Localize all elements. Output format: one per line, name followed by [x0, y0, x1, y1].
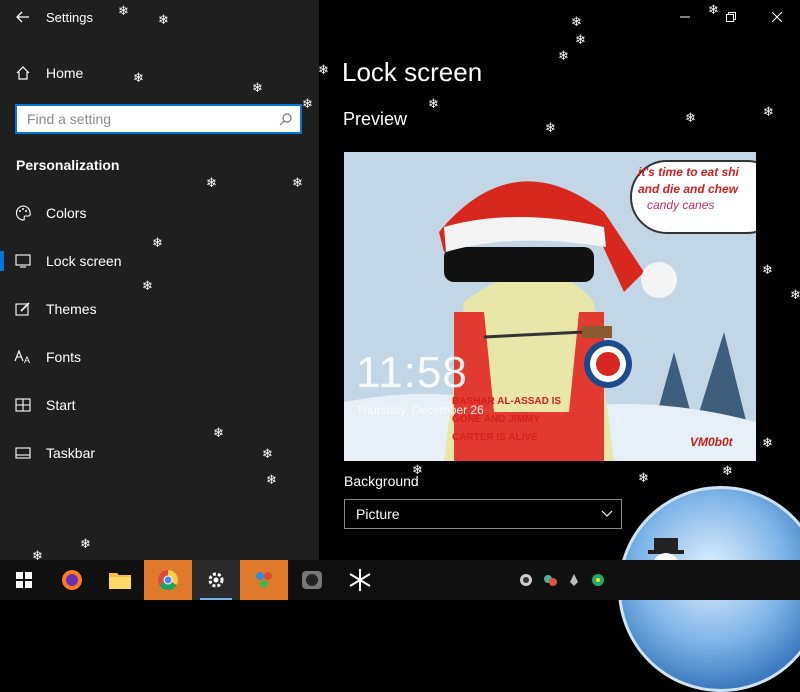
bubble-text: candy canes [647, 198, 715, 212]
back-arrow-icon [16, 11, 29, 23]
sidebar-item-taskbar[interactable]: Taskbar [0, 433, 319, 473]
search-icon [279, 112, 292, 125]
taskbar-settings[interactable] [192, 560, 240, 600]
window-controls [662, 0, 800, 34]
restore-icon [726, 12, 736, 22]
taskbar [0, 560, 800, 600]
close-icon [772, 12, 782, 22]
snowflake-icon: ❄ [638, 470, 649, 485]
people-app-icon [256, 572, 272, 588]
close-button[interactable] [754, 0, 800, 34]
lock-screen-preview: it's time to eat shi and die and chew ca… [344, 152, 756, 461]
snowflake-icon: ❄ [762, 435, 773, 450]
taskbar-file-explorer[interactable] [96, 560, 144, 600]
taskbar-firefox[interactable] [48, 560, 96, 600]
snowflake-icon: ❄ [428, 96, 439, 111]
artist-signature: VM0b0t [690, 435, 733, 449]
bubble-text: it's time to eat shi [638, 165, 739, 179]
title-bar: Settings [0, 0, 319, 34]
preview-date: Thursday, December 26 [356, 403, 484, 417]
tray-app-icon[interactable] [586, 560, 610, 600]
snowflake-icon: ❄ [762, 262, 773, 277]
settings-icon [208, 572, 224, 588]
sidebar-item-themes[interactable]: Themes [0, 289, 319, 329]
nav-home-label: Home [46, 65, 84, 81]
snowflake-icon: ❄ [558, 48, 569, 63]
shirt-text: CARTER IS ALIVE [452, 432, 538, 443]
sidebar-item-fonts[interactable]: A Fonts [0, 337, 319, 377]
minimize-button[interactable] [662, 0, 708, 34]
sidebar-item-label: Colors [46, 205, 87, 221]
app-title: Settings [46, 9, 93, 25]
firefox-icon [62, 570, 82, 590]
taskbar-icon [0, 447, 46, 459]
preview-clock: 11:58 [356, 348, 468, 397]
search-placeholder: Find a setting [27, 111, 112, 127]
windows-logo-icon [16, 572, 32, 588]
fonts-icon: A [0, 349, 46, 365]
nav-home[interactable]: Home [0, 56, 319, 90]
taskbar-people-app[interactable] [240, 560, 288, 600]
minimize-icon [680, 16, 690, 18]
file-explorer-icon [109, 573, 131, 589]
snowflake-icon: ❄ [685, 110, 696, 125]
background-dropdown[interactable]: Picture [344, 499, 622, 529]
sidebar-item-label: Start [46, 397, 76, 413]
taskbar-chrome[interactable] [144, 560, 192, 600]
snowflake-icon: ❄ [318, 62, 329, 77]
sidebar-item-label: Themes [46, 301, 97, 317]
background-dropdown-value: Picture [356, 506, 400, 522]
search-input[interactable]: Find a setting [15, 104, 302, 134]
snowflake-icon: ❄ [763, 104, 774, 119]
snowflake-icon: ❄ [571, 14, 582, 29]
snowflake-icon: ❄ [545, 120, 556, 135]
tray-app-icon[interactable] [514, 560, 538, 600]
snowflake-icon: ❄ [790, 287, 800, 302]
palette-icon [0, 205, 46, 221]
tray-app-icon[interactable] [538, 560, 562, 600]
system-tray [514, 560, 610, 600]
tray-app-icon[interactable] [562, 560, 586, 600]
chevron-down-icon [601, 510, 613, 517]
sidebar-item-lock-screen[interactable]: Lock screen [0, 241, 319, 281]
snowflake-app-icon [349, 569, 371, 591]
back-button[interactable] [0, 0, 46, 34]
sidebar-item-colors[interactable]: Colors [0, 193, 319, 233]
taskbar-media-app[interactable] [288, 560, 336, 600]
section-title: Personalization [16, 157, 120, 173]
media-app-icon [302, 571, 322, 589]
background-label: Background [344, 473, 419, 489]
bubble-text: and die and chew [638, 182, 739, 196]
maximize-button[interactable] [708, 0, 754, 34]
page-title: Lock screen [342, 57, 483, 87]
snowflake-icon: ❄ [575, 32, 586, 47]
preview-heading: Preview [343, 109, 408, 129]
themes-icon [0, 301, 46, 317]
svg-text:A: A [24, 355, 30, 365]
lock-screen-icon [0, 254, 46, 268]
chrome-icon [158, 569, 179, 591]
start-button[interactable] [0, 560, 48, 600]
sidebar-item-label: Taskbar [46, 445, 96, 461]
home-icon [0, 65, 46, 81]
sidebar-item-label: Fonts [46, 349, 82, 365]
sidebar-item-start[interactable]: Start [0, 385, 319, 425]
start-icon [0, 398, 46, 412]
active-indicator [0, 251, 4, 271]
taskbar-snowflake-app[interactable] [336, 560, 384, 600]
snowflake-icon: ❄ [722, 463, 733, 478]
sidebar: Settings Home Find a setting Personaliza… [0, 0, 319, 560]
sidebar-item-label: Lock screen [46, 253, 122, 269]
